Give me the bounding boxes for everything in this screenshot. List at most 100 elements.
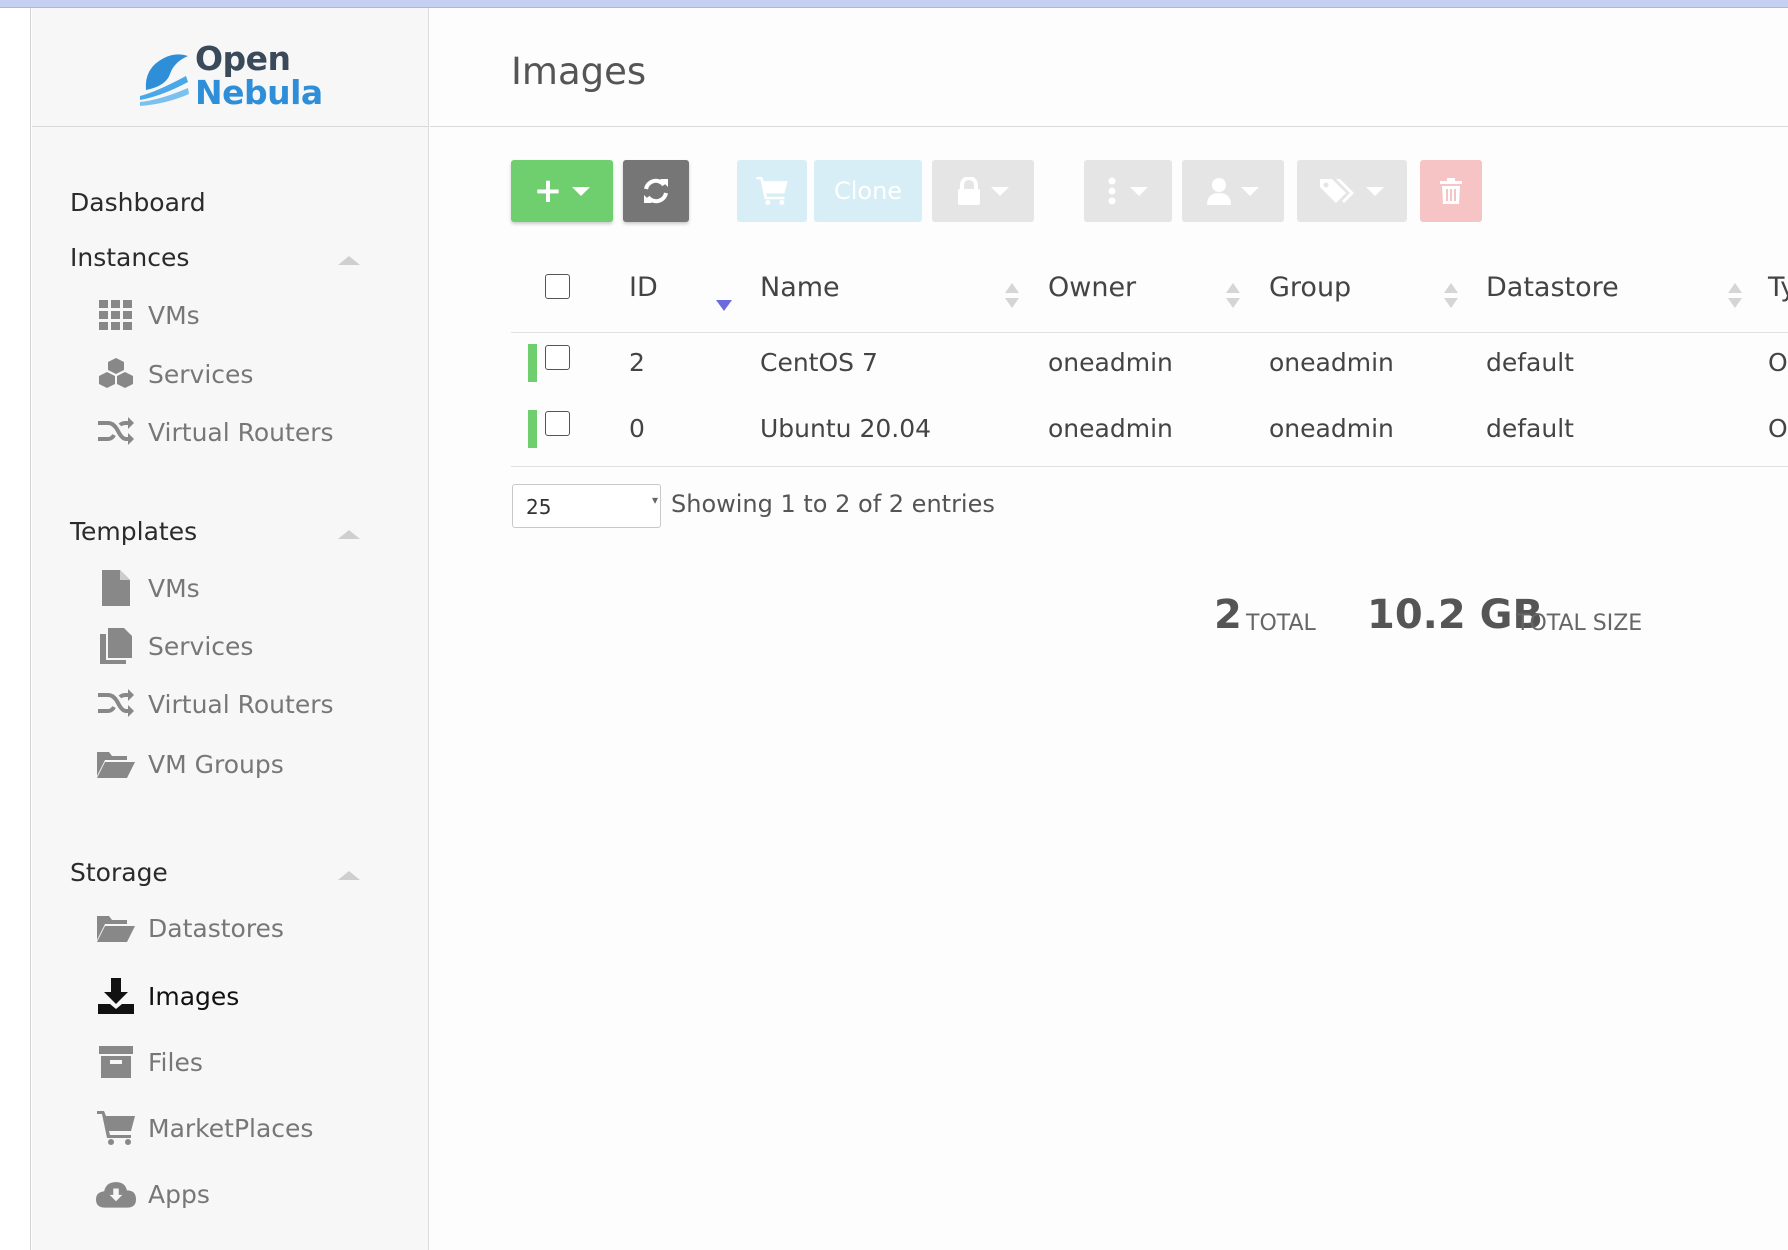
column-header-type[interactable]: Ty: [1768, 272, 1788, 303]
sidebar-item-marketplaces[interactable]: MarketPlaces: [96, 1105, 313, 1151]
sidebar-item-datastores[interactable]: Datastores: [96, 905, 284, 951]
lock-menu-button[interactable]: [932, 160, 1034, 222]
cell-owner: oneadmin: [1048, 414, 1173, 443]
plus-icon: +: [533, 171, 563, 211]
page-header: Images: [430, 8, 1788, 127]
folder-open-icon: [96, 744, 136, 784]
sidebar-item-label: Services: [148, 359, 254, 389]
sort-icon[interactable]: [1444, 283, 1458, 309]
cell-name: CentOS 7: [760, 348, 878, 377]
random-icon: [96, 684, 136, 724]
sidebar-item-label: Virtual Routers: [148, 417, 334, 447]
sidebar-item-label: Files: [148, 1047, 203, 1077]
logo-line2: Nebula: [195, 73, 323, 112]
change-owner-button[interactable]: [1182, 160, 1284, 222]
logo-wordmark: Open Nebula: [195, 42, 323, 110]
sidebar-item-files[interactable]: Files: [96, 1039, 203, 1085]
lock-icon: [958, 177, 980, 205]
sort-icon[interactable]: [1005, 283, 1019, 309]
cell-id: 2: [629, 348, 645, 377]
cell-type: O: [1768, 348, 1788, 377]
column-header-owner[interactable]: Owner: [1048, 272, 1136, 303]
archive-icon: [96, 1042, 136, 1082]
user-icon: [1207, 178, 1231, 205]
window-top-border: [0, 0, 1788, 8]
download-icon: [96, 976, 136, 1016]
sidebar-item-label: Apps: [148, 1179, 210, 1209]
sidebar-item-templates-virtual-routers[interactable]: Virtual Routers: [96, 681, 334, 727]
status-indicator: [528, 344, 537, 382]
page-size-select[interactable]: 25 ▾: [512, 484, 661, 528]
create-button[interactable]: +: [511, 160, 613, 222]
sidebar-item-label: Images: [148, 981, 240, 1011]
sort-icon[interactable]: [1728, 283, 1742, 309]
shopping-cart-icon: [96, 1108, 136, 1148]
column-header-datastore[interactable]: Datastore: [1486, 272, 1619, 303]
chevron-down-icon: [1366, 186, 1384, 196]
logo-line1: Open: [195, 39, 291, 78]
sidebar-item-label: MarketPlaces: [148, 1113, 314, 1143]
total-label: TOTAL: [1246, 611, 1316, 636]
delete-button[interactable]: [1420, 160, 1482, 222]
nav-section-storage[interactable]: Storage: [70, 858, 168, 887]
clone-button[interactable]: Clone: [814, 160, 922, 222]
collapse-caret-icon[interactable]: [338, 530, 360, 539]
more-actions-button[interactable]: [1084, 160, 1172, 222]
refresh-button[interactable]: [623, 160, 689, 222]
pagination-info: Showing 1 to 2 of 2 entries: [671, 490, 995, 518]
files-icon: [96, 626, 136, 666]
cloud-download-icon: [96, 1174, 136, 1214]
nav-dashboard[interactable]: Dashboard: [70, 188, 206, 217]
nav-section-instances[interactable]: Instances: [70, 243, 189, 272]
sidebar-item-label: Virtual Routers: [148, 689, 334, 719]
sidebar-item-instances-vms[interactable]: VMs: [96, 292, 200, 338]
trash-icon: [1440, 178, 1462, 204]
chevron-down-icon: [991, 186, 1009, 196]
select-all-checkbox[interactable]: [545, 274, 570, 299]
chevron-down-icon: ▾: [651, 493, 658, 507]
sidebar-item-templates-services[interactable]: Services: [96, 623, 253, 669]
nav-section-templates[interactable]: Templates: [70, 517, 197, 546]
cell-datastore: default: [1486, 414, 1574, 443]
opennebula-logo[interactable]: Open Nebula: [32, 8, 429, 127]
row-divider: [511, 332, 1788, 333]
column-header-group[interactable]: Group: [1269, 272, 1351, 303]
sidebar-item-apps[interactable]: Apps: [96, 1171, 210, 1217]
cell-owner: oneadmin: [1048, 348, 1173, 377]
sidebar-item-instances-virtual-routers[interactable]: Virtual Routers: [96, 409, 334, 455]
sidebar-item-label: VM Groups: [148, 749, 284, 779]
status-indicator: [528, 410, 537, 448]
sidebar-item-label: VMs: [148, 573, 200, 603]
ellipsis-vertical-icon: [1108, 177, 1116, 205]
th-grid-icon: [96, 295, 136, 335]
cell-group: oneadmin: [1269, 348, 1394, 377]
labels-button[interactable]: [1297, 160, 1407, 222]
sidebar-item-templates-vm-groups[interactable]: VM Groups: [96, 741, 284, 787]
chevron-down-icon: [572, 186, 591, 196]
chevron-down-icon: [1130, 186, 1148, 196]
cell-datastore: default: [1486, 348, 1574, 377]
column-header-name[interactable]: Name: [760, 272, 840, 303]
sidebar-item-label: Datastores: [148, 913, 284, 943]
sort-desc-icon[interactable]: [716, 300, 732, 311]
row-checkbox[interactable]: [545, 411, 570, 436]
file-icon: [96, 568, 136, 608]
folder-open-icon: [96, 908, 136, 948]
collapse-caret-icon[interactable]: [338, 256, 360, 265]
sidebar-item-templates-vms[interactable]: VMs: [96, 565, 200, 611]
shopping-cart-icon: [756, 177, 788, 205]
chevron-down-icon: [1241, 186, 1259, 196]
marketplace-export-button[interactable]: [737, 160, 807, 222]
row-checkbox[interactable]: [545, 345, 570, 370]
sort-icon[interactable]: [1226, 283, 1240, 309]
random-icon: [96, 412, 136, 452]
total-count: 2: [1214, 592, 1242, 638]
column-header-id[interactable]: ID: [629, 272, 658, 303]
sidebar-item-instances-services[interactable]: Services: [96, 351, 253, 397]
sidebar-item-images[interactable]: Images: [96, 973, 239, 1019]
sidebar-item-label: Services: [148, 631, 254, 661]
cell-group: oneadmin: [1269, 414, 1394, 443]
page-size-value: 25: [526, 495, 552, 519]
collapse-caret-icon[interactable]: [338, 871, 360, 880]
sidebar: Open Nebula Dashboard Instances VMs Serv…: [32, 8, 429, 1250]
